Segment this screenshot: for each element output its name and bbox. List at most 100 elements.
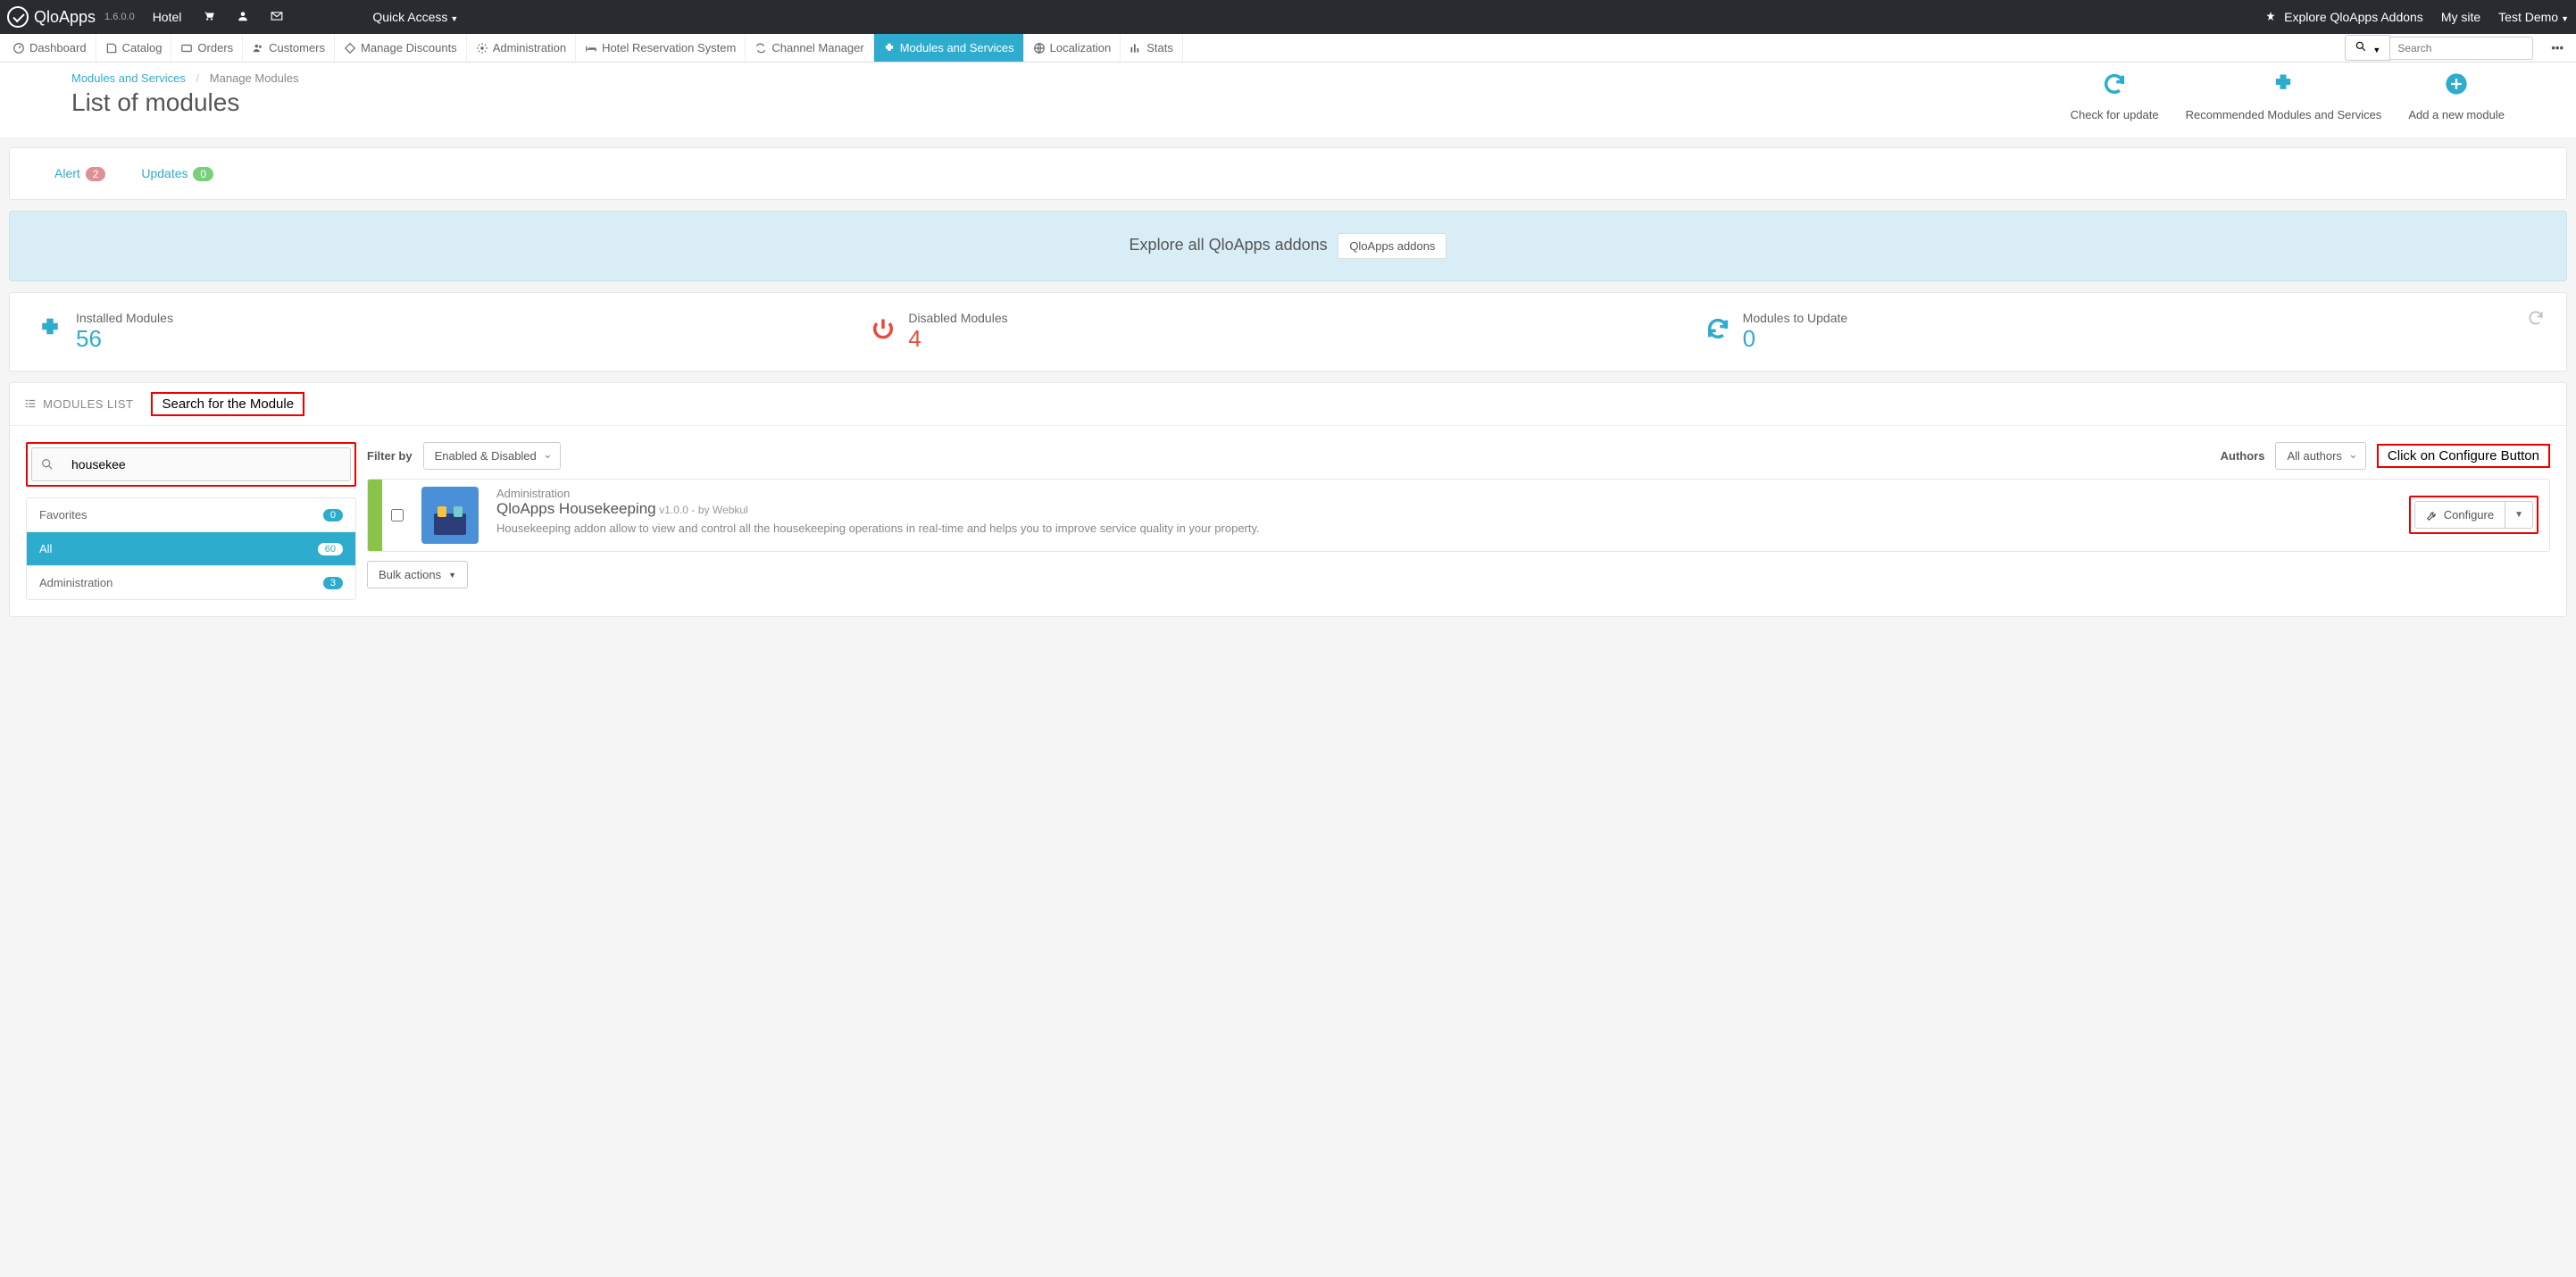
nav-orders[interactable]: Orders <box>171 34 243 62</box>
wrench-icon <box>2426 509 2438 522</box>
nav-modules[interactable]: Modules and Services <box>874 34 1024 62</box>
search-scope-button[interactable]: ▼ <box>2345 35 2390 61</box>
recommended-modules-button[interactable]: Recommended Modules and Services <box>2186 71 2382 121</box>
explore-addons-button[interactable]: QloApps addons <box>1338 233 1446 259</box>
module-checkbox[interactable] <box>391 509 404 522</box>
nav-dashboard[interactable]: Dashboard <box>4 34 96 62</box>
nav-search: ▼ <box>2339 34 2538 62</box>
category-administration[interactable]: Administration 3 <box>27 566 355 599</box>
installed-count: 56 <box>76 325 173 353</box>
breadcrumb-current: Manage Modules <box>210 71 299 85</box>
category-list: Favorites 0 All 60 Administration 3 <box>26 497 356 600</box>
filter-by-label: Filter by <box>367 449 413 463</box>
mail-icon[interactable] <box>271 10 283 25</box>
cart-icon[interactable] <box>203 10 215 25</box>
nav-catalog[interactable]: Catalog <box>96 34 172 62</box>
check-update-button[interactable]: Check for update <box>2071 71 2159 121</box>
update-label: Modules to Update <box>1743 311 1848 325</box>
brand[interactable]: QloApps 1.6.0.0 <box>7 6 135 28</box>
alert-tab[interactable]: Alert 2 <box>54 166 105 181</box>
nav-administration[interactable]: Administration <box>467 34 576 62</box>
modules-list-title: MODULES LIST <box>24 397 133 411</box>
explore-addons-panel: Explore all QloApps addons QloApps addon… <box>9 211 2567 281</box>
nav-hotel-reservation[interactable]: Hotel Reservation System <box>576 34 746 62</box>
page-header: Modules and Services / Manage Modules Li… <box>0 63 2576 138</box>
update-count: 0 <box>1743 325 1848 353</box>
annotation-configure: Click on Configure Button <box>2377 444 2550 468</box>
configure-button[interactable]: Configure <box>2415 502 2505 528</box>
nav-stats[interactable]: Stats <box>1121 34 1183 62</box>
alerts-panel: Alert 2 Updates 0 <box>9 147 2567 200</box>
breadcrumb: Modules and Services / Manage Modules <box>71 71 299 85</box>
search-icon <box>32 448 63 480</box>
category-badge: 3 <box>323 577 343 589</box>
disabled-label: Disabled Modules <box>908 311 1007 325</box>
explore-addons-link[interactable]: Explore QloApps Addons <box>2264 10 2423 24</box>
module-logo-icon <box>421 487 479 544</box>
category-badge: 60 <box>318 543 343 555</box>
category-all[interactable]: All 60 <box>27 532 355 566</box>
user-menu[interactable]: Test Demo▼ <box>2498 10 2569 24</box>
brand-name: QloApps <box>34 8 96 27</box>
power-icon <box>871 316 896 347</box>
nav-channel-manager[interactable]: Channel Manager <box>746 34 873 62</box>
puzzle-icon <box>2186 71 2382 103</box>
updates-tab[interactable]: Updates 0 <box>141 166 213 181</box>
modules-main: Filter by Enabled & Disabled Authors All… <box>367 442 2550 588</box>
explore-title: Explore all QloApps addons <box>1130 236 1328 255</box>
caret-down-icon: ▼ <box>450 14 458 23</box>
category-favorites[interactable]: Favorites 0 <box>27 498 355 532</box>
module-row: Administration QloApps Housekeeping v1.0… <box>367 479 2550 552</box>
breadcrumb-link[interactable]: Modules and Services <box>71 71 186 85</box>
category-badge: 0 <box>323 509 343 522</box>
annotation-search: Search for the Module <box>151 392 304 416</box>
brand-version: 1.6.0.0 <box>104 12 135 22</box>
caret-down-icon: ▼ <box>2561 14 2569 23</box>
alert-badge: 2 <box>86 167 106 181</box>
refresh-icon <box>1705 316 1730 347</box>
quick-access-dropdown[interactable]: Quick Access▼ <box>372 10 458 24</box>
configure-dropdown[interactable]: ▼ <box>2505 504 2532 526</box>
explore-addons-label: Explore QloApps Addons <box>2284 10 2423 24</box>
brand-logo-icon <box>7 6 29 28</box>
nav-customers[interactable]: Customers <box>243 34 335 62</box>
module-search-input[interactable] <box>63 448 350 480</box>
module-checkbox-cell <box>382 480 413 551</box>
authors-select[interactable]: All authors <box>2275 442 2365 470</box>
my-site-link[interactable]: My site <box>2441 10 2480 24</box>
refresh-icon <box>2071 71 2159 103</box>
authors-label: Authors <box>2221 449 2265 463</box>
module-category: Administration <box>496 487 2389 500</box>
module-name[interactable]: QloApps Housekeeping <box>496 500 656 517</box>
bulk-actions-button[interactable]: Bulk actions ▼ <box>367 561 468 588</box>
installed-label: Installed Modules <box>76 311 173 325</box>
stats-panel: Installed Modules 56 Disabled Modules 4 … <box>9 292 2567 371</box>
module-author: by Webkul <box>698 504 748 516</box>
puzzle-icon <box>37 315 63 348</box>
caret-down-icon: ▼ <box>2372 46 2380 54</box>
hotel-dropdown[interactable]: Hotel <box>153 10 182 24</box>
categories-column: Favorites 0 All 60 Administration 3 <box>26 442 356 600</box>
nav-discounts[interactable]: Manage Discounts <box>335 34 467 62</box>
module-status-bar <box>368 480 382 551</box>
nav-localization[interactable]: Localization <box>1024 34 1121 62</box>
disabled-count: 4 <box>908 325 1007 353</box>
search-input[interactable] <box>2390 37 2533 60</box>
stats-refresh-button[interactable] <box>2527 309 2545 331</box>
configure-button-group: Configure ▼ <box>2414 501 2533 529</box>
user-icon[interactable] <box>237 10 249 25</box>
annotation-search-box <box>26 442 356 487</box>
modules-list-panel: MODULES LIST Search for the Module F <box>9 382 2567 617</box>
caret-down-icon: ▼ <box>448 571 456 580</box>
module-version: v1.0.0 - <box>659 504 695 516</box>
annotation-configure-box: Configure ▼ <box>2409 496 2538 534</box>
filter-by-select[interactable]: Enabled & Disabled <box>423 442 561 470</box>
add-module-button[interactable]: Add a new module <box>2408 71 2505 121</box>
top-bar: QloApps 1.6.0.0 Hotel Quick Access▼ Expl… <box>0 0 2576 34</box>
main-nav: Dashboard Catalog Orders Customers Manag… <box>0 34 2576 63</box>
nav-more-button[interactable]: ••• <box>2538 34 2576 62</box>
updates-badge: 0 <box>193 167 213 181</box>
breadcrumb-sep: / <box>196 71 200 85</box>
user-name: Test Demo <box>2498 10 2558 24</box>
quick-access-label: Quick Access <box>372 10 447 24</box>
